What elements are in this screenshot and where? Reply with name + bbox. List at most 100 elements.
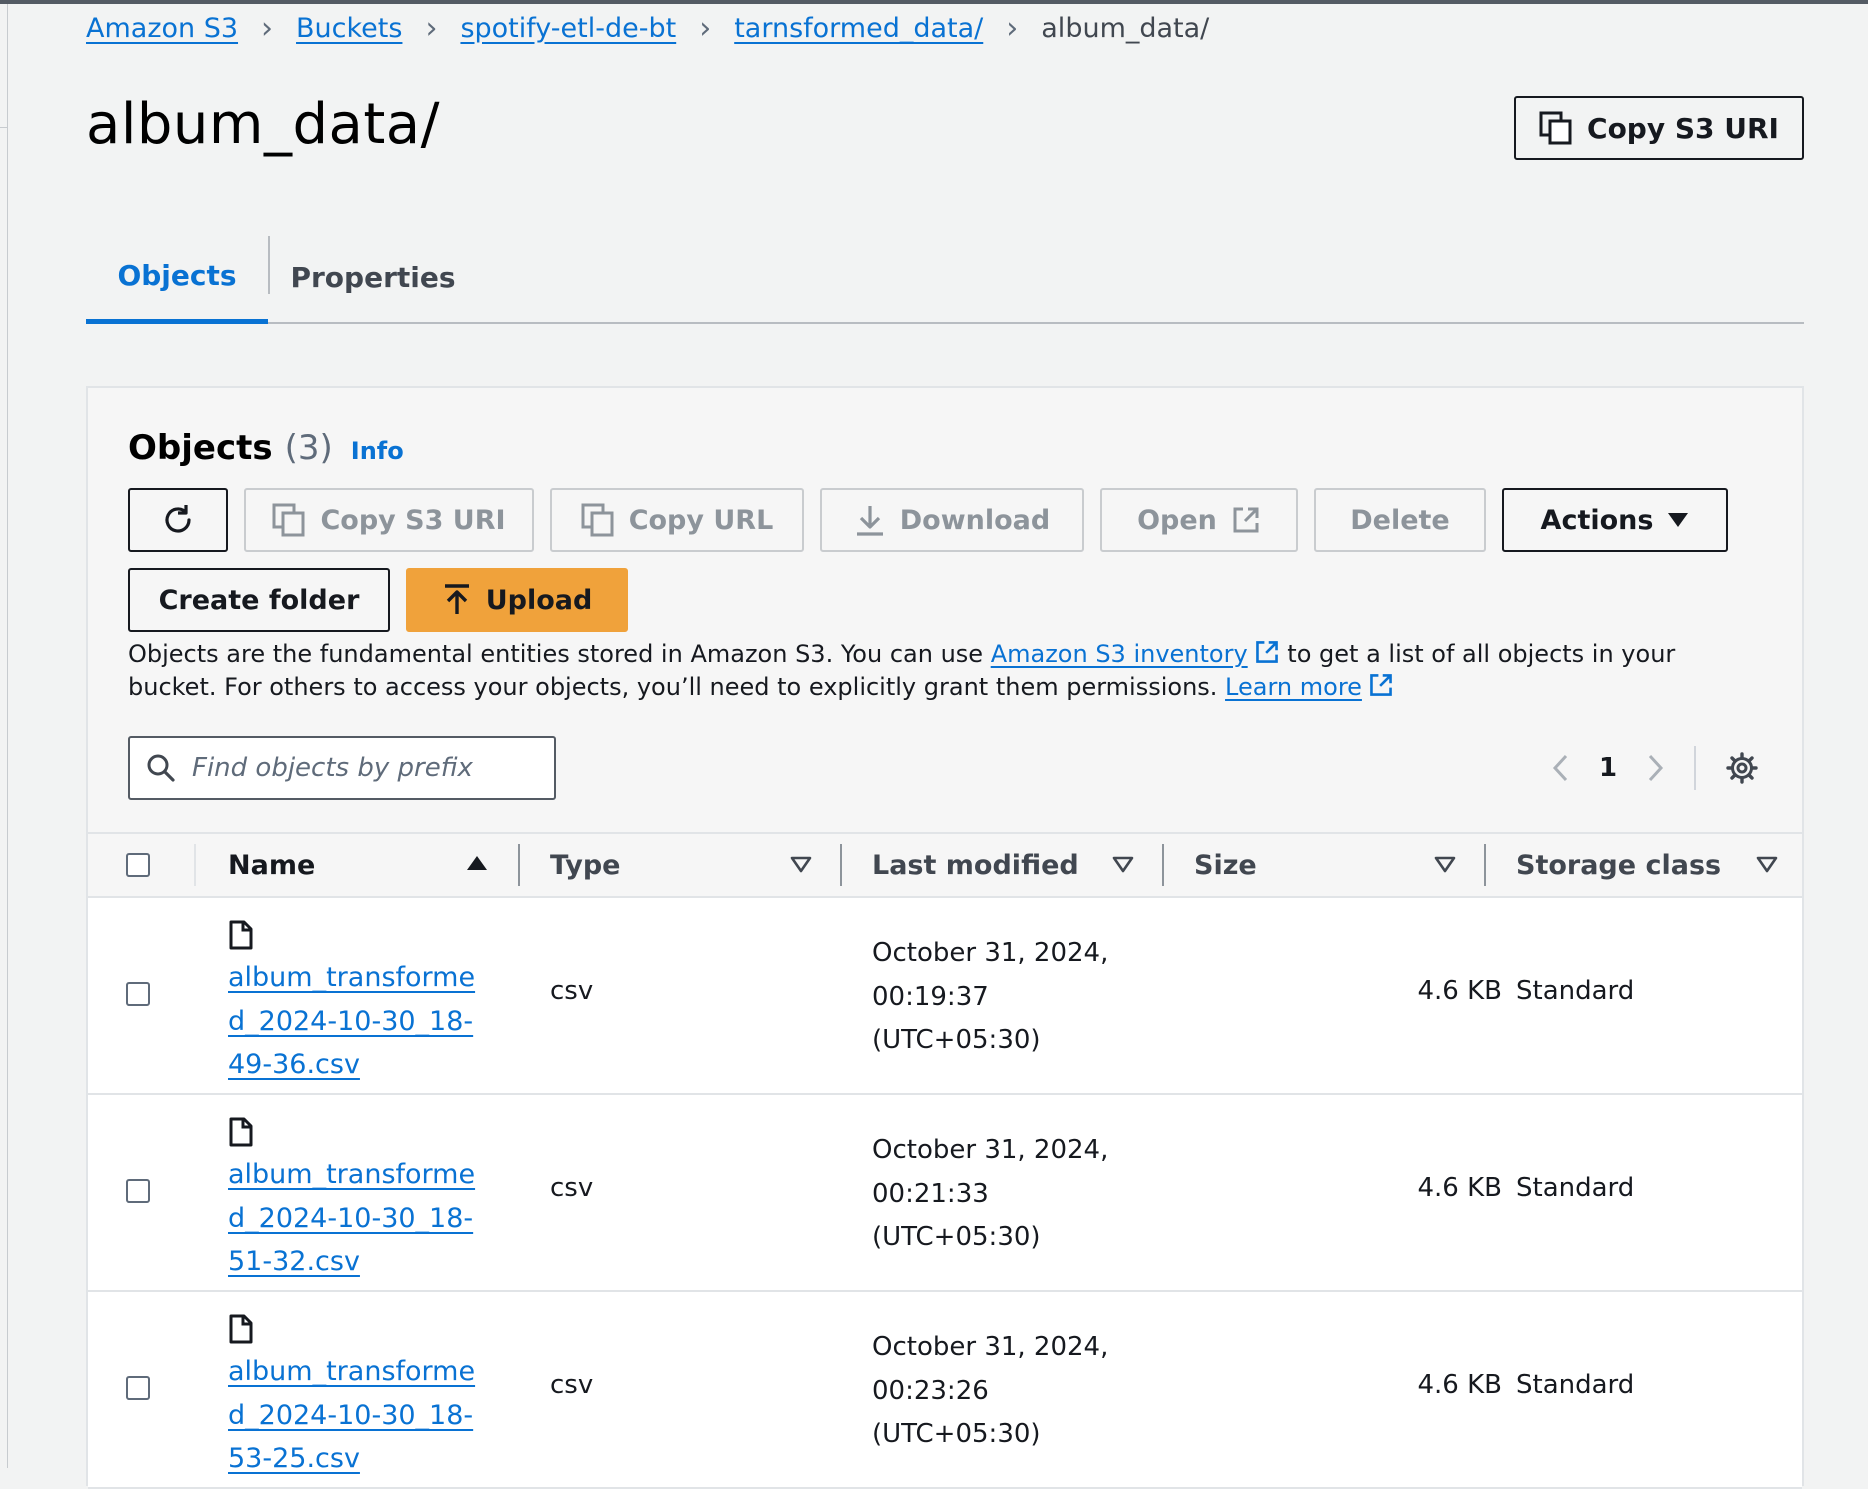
next-page-button[interactable]	[1636, 746, 1676, 790]
row-select-cell	[126, 1376, 150, 1400]
column-storage-class: Storage class	[1516, 834, 1721, 896]
create-folder-button[interactable]: Create folder	[128, 568, 390, 632]
row-checkbox[interactable]	[126, 1179, 150, 1203]
breadcrumb-buckets[interactable]: Buckets	[296, 13, 402, 44]
table-row: album_transformed_2024-10-30_18-53-25.cs…	[88, 1292, 1802, 1489]
actions-label: Actions	[1540, 504, 1654, 536]
preferences-button[interactable]	[1722, 746, 1762, 790]
page-title: album_data/	[86, 92, 440, 157]
previous-page-button[interactable]	[1540, 746, 1580, 790]
file-icon	[229, 920, 253, 950]
search-box	[128, 736, 556, 800]
select-all-checkbox[interactable]	[126, 853, 150, 877]
copy-s3-uri-button[interactable]: Copy S3 URI	[244, 488, 534, 552]
external-link-icon	[1233, 507, 1259, 533]
external-link-icon	[1370, 674, 1392, 696]
open-button[interactable]: Open	[1100, 488, 1298, 552]
chevron-right-icon	[1648, 754, 1664, 782]
column-header-type[interactable]: Type	[550, 850, 620, 881]
tab-properties[interactable]: Properties	[268, 232, 478, 322]
actions-dropdown[interactable]: Actions	[1502, 488, 1728, 552]
row-checkbox[interactable]	[126, 982, 150, 1006]
delete-button[interactable]: Delete	[1314, 488, 1486, 552]
chevron-right-icon: ›	[261, 10, 274, 46]
object-storage-class: Standard	[1516, 1173, 1635, 1203]
object-type: csv	[550, 1370, 594, 1400]
chevron-right-icon: ›	[425, 10, 438, 46]
objects-description: Objects are the fundamental entities sto…	[128, 638, 1768, 704]
s3-inventory-link[interactable]: Amazon S3 inventory	[991, 640, 1248, 668]
row-select-cell	[126, 982, 150, 1006]
table-header: Name Type Last modified Size Storage cla…	[88, 832, 1802, 898]
object-name-link[interactable]: album_transformed_2024-10-30_18-49-36.cs…	[228, 956, 488, 1087]
breadcrumb-folder[interactable]: tarnsformed_data/	[734, 13, 983, 44]
sort-icon[interactable]	[1434, 856, 1456, 874]
sort-ascending-icon[interactable]	[466, 854, 488, 872]
breadcrumb: Amazon S3 › Buckets › spotify-etl-de-bt …	[86, 8, 1209, 48]
download-label: Download	[899, 504, 1051, 536]
pagination-divider	[1694, 746, 1696, 790]
sort-icon[interactable]	[1112, 856, 1134, 874]
column-header-name[interactable]: Name	[228, 850, 315, 881]
column-type: Type	[550, 834, 620, 896]
objects-container: Objects (3) Info Copy S3 URI Copy URL Do…	[86, 386, 1804, 1489]
objects-title: Objects	[128, 428, 273, 468]
objects-count: (3)	[284, 428, 333, 468]
learn-more-link[interactable]: Learn more	[1225, 673, 1362, 701]
column-separator	[1162, 844, 1164, 886]
object-name-link[interactable]: album_transformed_2024-10-30_18-51-32.cs…	[228, 1153, 488, 1284]
column-name: Name	[228, 834, 315, 896]
sort-icon[interactable]	[790, 856, 812, 874]
copy-icon	[1539, 111, 1572, 145]
top-border	[0, 0, 1868, 4]
external-link-icon	[1255, 641, 1278, 663]
copy-url-label: Copy URL	[628, 504, 774, 536]
refresh-button[interactable]	[128, 488, 228, 552]
search-icon	[147, 754, 175, 782]
open-label: Open	[1137, 504, 1217, 536]
column-separator	[518, 844, 520, 886]
object-storage-class: Standard	[1516, 1370, 1635, 1400]
page-number[interactable]: 1	[1580, 753, 1636, 783]
table-row: album_transformed_2024-10-30_18-49-36.cs…	[88, 898, 1802, 1095]
breadcrumb-bucket[interactable]: spotify-etl-de-bt	[460, 13, 676, 44]
copy-s3-uri-header-button[interactable]: Copy S3 URI	[1514, 96, 1804, 160]
delete-label: Delete	[1350, 504, 1450, 536]
file-icon	[229, 1117, 253, 1147]
pagination: 1	[1540, 746, 1762, 790]
object-size: 4.6 KB	[1417, 1370, 1503, 1400]
column-separator	[840, 844, 842, 886]
column-header-last-modified[interactable]: Last modified	[872, 850, 1079, 881]
download-icon	[856, 506, 883, 536]
object-last-modified: October 31, 2024, 00:19:37 (UTC+05:30)	[872, 938, 1109, 1055]
objects-header: Objects (3) Info	[128, 428, 404, 468]
tab-objects[interactable]: Objects	[86, 232, 268, 324]
column-header-storage-class[interactable]: Storage class	[1516, 850, 1721, 881]
upload-icon	[444, 584, 469, 614]
row-select-cell	[126, 1179, 150, 1203]
upload-button[interactable]: Upload	[406, 568, 628, 632]
column-header-size[interactable]: Size	[1194, 850, 1257, 881]
select-all-cell	[126, 834, 150, 896]
create-folder-label: Create folder	[158, 584, 360, 616]
copy-s3-uri-label: Copy S3 URI	[320, 504, 506, 536]
breadcrumb-amazon-s3[interactable]: Amazon S3	[86, 13, 238, 44]
table-row: album_transformed_2024-10-30_18-51-32.cs…	[88, 1095, 1802, 1292]
copy-icon	[581, 503, 614, 537]
row-checkbox[interactable]	[126, 1376, 150, 1400]
upload-label: Upload	[485, 584, 593, 616]
copy-s3-uri-label: Copy S3 URI	[1587, 111, 1779, 145]
search-input[interactable]	[190, 752, 534, 784]
object-storage-class: Standard	[1516, 976, 1635, 1006]
left-border-tick	[0, 127, 8, 128]
object-name-link[interactable]: album_transformed_2024-10-30_18-53-25.cs…	[228, 1350, 488, 1481]
gear-icon	[1726, 752, 1758, 784]
description-text-1: Objects are the fundamental entities sto…	[128, 640, 991, 668]
info-link[interactable]: Info	[351, 437, 404, 465]
download-button[interactable]: Download	[820, 488, 1084, 552]
sort-icon[interactable]	[1756, 856, 1778, 874]
objects-table: Name Type Last modified Size Storage cla…	[88, 832, 1802, 1489]
copy-url-button[interactable]: Copy URL	[550, 488, 804, 552]
column-last-modified: Last modified	[872, 834, 1079, 896]
object-last-modified: October 31, 2024, 00:23:26 (UTC+05:30)	[872, 1332, 1109, 1449]
